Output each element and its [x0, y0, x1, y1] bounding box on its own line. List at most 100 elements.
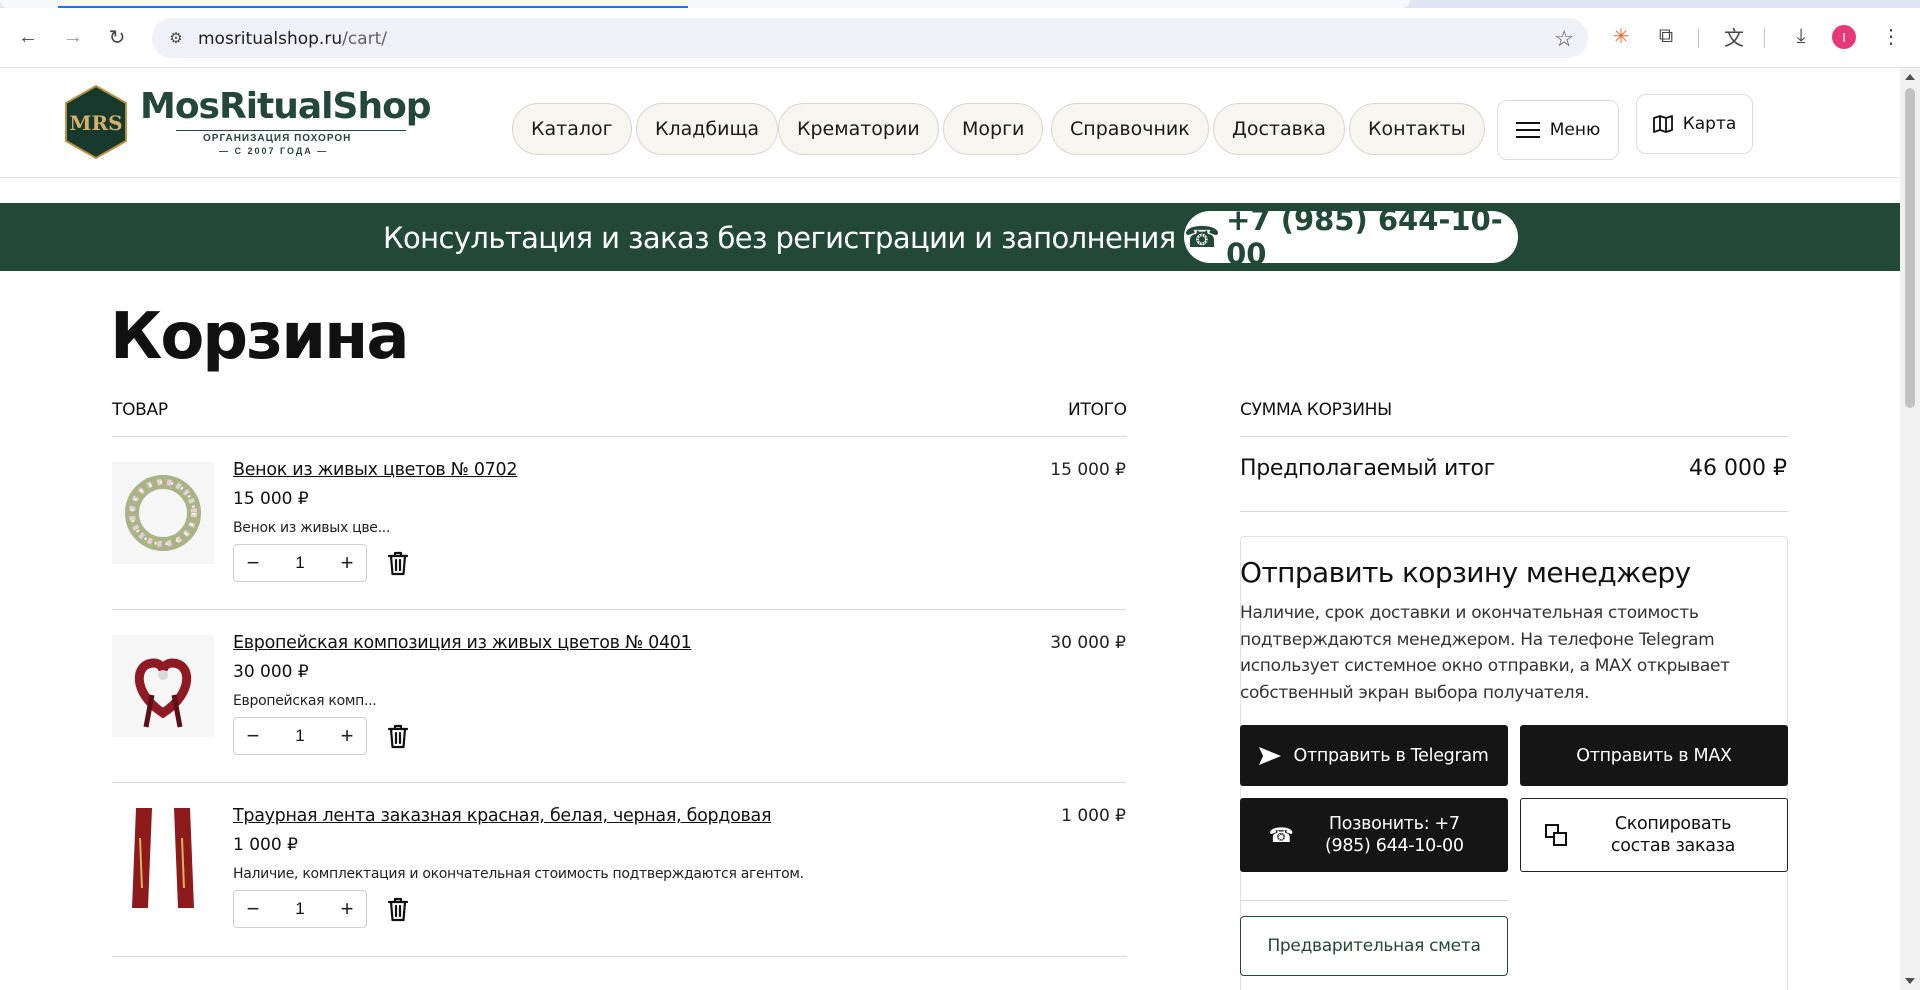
phone-icon: ☎ — [1184, 220, 1221, 254]
call-label: Позвонить: +7 (985) 644-10-00 — [1324, 814, 1464, 856]
nav-cemeteries[interactable]: Кладбища — [636, 103, 779, 155]
cart-item: Европейская композиция из живых цветов №… — [112, 609, 1126, 781]
product-price: 30 000 ₽ — [233, 662, 309, 682]
copy-order-button[interactable]: Скопировать состав заказа — [1520, 798, 1788, 872]
column-header-total: ИТОГО — [1068, 400, 1127, 420]
map-label: Карта — [1682, 114, 1737, 134]
quantity-stepper: − 1 + — [233, 717, 367, 755]
map-button[interactable]: Карта — [1636, 94, 1753, 154]
increase-quantity-button[interactable]: + — [328, 545, 366, 581]
decrease-quantity-button[interactable]: − — [234, 545, 272, 581]
browser-toolbar: ← → ↻ ⚙ mosritualshop.ru/cart/ ☆ ✳ ⧉ 文 ⤓… — [0, 8, 1920, 68]
back-icon[interactable]: ← — [11, 20, 45, 54]
trash-icon[interactable] — [386, 896, 410, 922]
nav-catalog[interactable]: Каталог — [512, 103, 632, 155]
tab-strip — [0, 0, 1920, 8]
summary-divider — [1240, 436, 1788, 437]
product-image-wreath[interactable] — [112, 462, 214, 564]
preliminary-estimate-button[interactable]: Предварительная смета — [1240, 916, 1508, 976]
logo-since: — С 2007 ГОДА — — [219, 146, 329, 156]
logo-monogram: MRS — [69, 111, 122, 135]
more-menu-icon[interactable]: ⋮ — [1877, 22, 1905, 50]
banner-phone-button[interactable]: ☎ +7 (985) 644-10-00 — [1184, 203, 1518, 271]
decrease-quantity-button[interactable]: − — [234, 891, 272, 927]
send-telegram-label: Отправить в Telegram — [1293, 745, 1489, 766]
row-divider — [112, 956, 1126, 957]
menu-button[interactable]: Меню — [1497, 100, 1619, 160]
logo-badge-icon[interactable]: MRS — [64, 84, 128, 160]
send-to-manager-description: Наличие, срок доставки и окончательная с… — [1240, 603, 1730, 703]
line-total: 1 000 ₽ — [1061, 806, 1126, 826]
summary-divider — [1240, 900, 1508, 901]
forward-icon[interactable]: → — [56, 20, 90, 54]
address-bar[interactable]: ⚙ mosritualshop.ru/cart/ ☆ — [152, 18, 1588, 58]
scroll-down-icon[interactable] — [1905, 978, 1915, 984]
call-button[interactable]: ☎ Позвонить: +7 (985) 644-10-00 — [1240, 798, 1508, 872]
download-icon[interactable]: ⤓ — [1787, 22, 1815, 50]
product-description: Европейская комп... — [233, 693, 377, 709]
extensions-puzzle-icon[interactable]: ⧉ — [1652, 22, 1680, 50]
url-host: mosritualshop.ru — [198, 29, 343, 49]
nav-crematoria[interactable]: Крематории — [778, 103, 939, 155]
quantity-stepper: − 1 + — [233, 890, 367, 928]
site-info-icon[interactable]: ⚙ — [166, 28, 186, 48]
url-text[interactable]: mosritualshop.ru/cart/ — [198, 29, 387, 49]
page-scrollbar[interactable] — [1900, 68, 1920, 990]
page-title: Корзина — [110, 300, 410, 374]
nav-contacts[interactable]: Контакты — [1349, 103, 1485, 155]
estimated-total-value: 46 000 ₽ — [1689, 456, 1787, 481]
product-link[interactable]: Траурная лента заказная красная, белая, … — [233, 806, 771, 826]
reload-icon[interactable]: ↻ — [100, 20, 134, 54]
scrollbar-thumb[interactable] — [1905, 88, 1915, 408]
summary-divider — [1240, 511, 1788, 512]
increase-quantity-button[interactable]: + — [328, 891, 366, 927]
product-price: 1 000 ₽ — [233, 835, 298, 855]
send-max-label: Отправить в MAX — [1576, 745, 1732, 766]
cart-item: Венок из живых цветов № 0702 15 000 ₽ Ве… — [112, 436, 1126, 608]
profile-avatar[interactable]: I — [1832, 25, 1856, 49]
map-icon — [1652, 115, 1673, 133]
copy-order-label: Скопировать состав заказа — [1610, 814, 1736, 856]
hamburger-icon — [1515, 122, 1540, 138]
trash-icon[interactable] — [386, 723, 410, 749]
increase-quantity-button[interactable]: + — [328, 718, 366, 754]
toolbar-separator — [1698, 28, 1699, 48]
product-link[interactable]: Венок из живых цветов № 0702 — [233, 460, 517, 480]
menu-label: Меню — [1549, 120, 1601, 140]
bookmark-star-icon[interactable]: ☆ — [1554, 26, 1574, 52]
line-total: 30 000 ₽ — [1050, 633, 1126, 653]
page-content: MRS MosRitualShop ОРГАНИЗАЦИЯ ПОХОРОН — … — [0, 68, 1900, 990]
quantity-value[interactable]: 1 — [272, 899, 328, 919]
quantity-value[interactable]: 1 — [272, 553, 328, 573]
logo-tagline: ОРГАНИЗАЦИЯ ПОХОРОН — [203, 133, 352, 144]
send-arrow-icon — [1259, 746, 1282, 765]
product-price: 15 000 ₽ — [233, 489, 309, 509]
send-to-manager-title: Отправить корзину менеджеру — [1240, 556, 1691, 589]
cart-summary-heading: СУММА КОРЗИНЫ — [1240, 400, 1392, 420]
send-max-button[interactable]: Отправить в MAX — [1520, 725, 1788, 786]
nav-delivery[interactable]: Доставка — [1213, 103, 1345, 155]
product-description: Наличие, комплектация и окончательная ст… — [233, 866, 804, 882]
copy-icon — [1545, 824, 1567, 846]
toolbar-separator — [1764, 28, 1765, 48]
scroll-up-icon[interactable] — [1905, 74, 1915, 80]
product-image-ribbon[interactable] — [112, 808, 214, 910]
site-header: MRS MosRitualShop ОРГАНИЗАЦИЯ ПОХОРОН — … — [0, 68, 1900, 178]
product-link[interactable]: Европейская композиция из живых цветов №… — [233, 633, 692, 653]
banner-phone-number: +7 (985) 644-10-00 — [1226, 203, 1503, 271]
product-image-composition[interactable] — [112, 635, 214, 737]
nav-directory[interactable]: Справочник — [1051, 103, 1209, 155]
quantity-value[interactable]: 1 — [272, 726, 328, 746]
trash-icon[interactable] — [386, 550, 410, 576]
logo-divider — [176, 130, 406, 131]
decrease-quantity-button[interactable]: − — [234, 718, 272, 754]
extension-sun-icon[interactable]: ✳ — [1607, 22, 1635, 50]
translate-icon[interactable]: 文 — [1720, 22, 1748, 50]
nav-morgues[interactable]: Морги — [943, 103, 1044, 155]
estimated-total-label: Предполагаемый итог — [1240, 456, 1495, 481]
send-telegram-button[interactable]: Отправить в Telegram — [1240, 725, 1508, 786]
logo-text[interactable]: MosRitualShop — [140, 86, 432, 127]
line-total: 15 000 ₽ — [1050, 460, 1126, 480]
product-description: Венок из живых цве... — [233, 520, 391, 536]
url-path: /cart/ — [342, 29, 387, 49]
